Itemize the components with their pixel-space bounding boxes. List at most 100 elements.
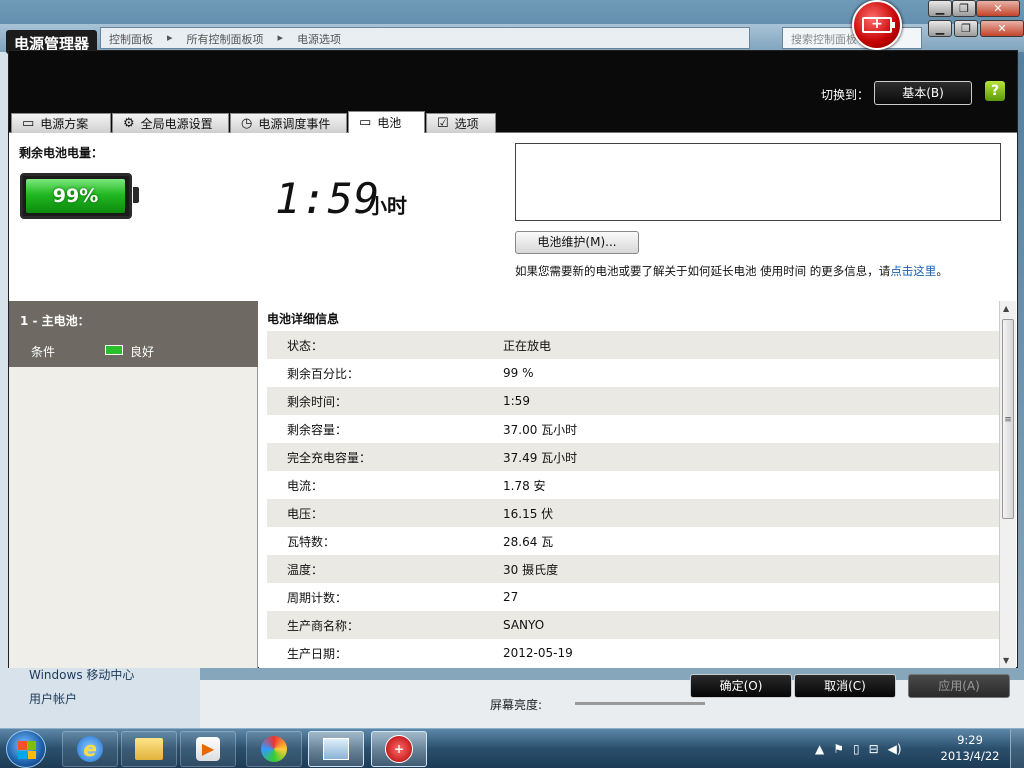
minimize-button[interactable]: ▁ [928,20,952,37]
tab-power-plan[interactable]: ▭ 电源方案 [11,113,111,133]
detail-key: 剩余容量： [287,422,348,437]
tab-global-settings[interactable]: ⚙ 全局电源设置 [112,113,229,133]
basic-mode-button[interactable]: 基本(B) [874,81,972,105]
scroll-up-icon[interactable]: ▲ [1003,304,1009,313]
show-hidden-icons-icon[interactable]: ▲ [815,742,824,756]
details-scrollbar[interactable]: ▲ ≡ ▼ [999,301,1016,668]
detail-key: 电流： [287,478,324,493]
detail-row: 完全充电容量： 37.49 瓦小时 [267,443,999,471]
taskbar-explorer[interactable] [121,731,177,767]
details-heading: 电池详细信息 [267,312,340,326]
battery-manager-icon: + [385,735,413,763]
show-desktop-button[interactable] [1010,729,1024,768]
taskbar-ie[interactable]: e [62,731,118,767]
remaining-charge-label: 剩余电池电量： [19,146,104,160]
cancel-button[interactable]: 取消(C) [794,674,896,698]
detail-row: 温度： 30 摄氏度 [267,555,999,583]
battery-status-icon [105,345,123,355]
detail-key: 生产日期： [287,646,348,661]
battery-details-pane: 电池详细信息 状态： 正在放电剩余百分比： 99 % 剩余时间： 1:59 剩余容量： 37… [259,301,999,668]
detail-value: 2012-05-19 [503,646,573,660]
detail-row: 电流： 1.78 安 [267,471,999,499]
battery-extend-text: 如果您需要新的电池或要了解关于如何延长电池 使用时间 的更多信息，请点击这里。 [515,264,948,278]
control-panel-icon [323,738,349,760]
detail-key: 温度： [287,562,324,577]
detail-row: 周期计数： 27 [267,583,999,611]
battery-percent-display: 99% [26,179,125,213]
close-button[interactable]: ✕ [980,20,1024,37]
minimize-button[interactable]: ▁ [928,0,952,17]
detail-row: 生产商名称： SANYO [267,611,999,639]
detail-row: 剩余时间： 1:59 [267,387,999,415]
click-here-link[interactable]: 点击这里 [890,264,936,278]
power-manager-dialog: 电源管理器 + ▁ ❐ ✕ 切换到： 基本(B) ? ▭ 电源方案 ⚙ 全局电源… [0,0,1024,728]
ie-icon: e [77,736,103,762]
taskbar: e ▶ + ▲ ⚑ ▯ ⊟ ◀) 9:29 2013/4/22 [0,728,1024,768]
checkbox-icon: ☑ [437,116,449,131]
close-button[interactable]: ✕ [976,0,1020,17]
detail-key: 剩余百分比： [287,366,360,381]
large-battery-icon: 99% [20,173,132,219]
apply-button[interactable]: 应用(A) [908,674,1010,698]
detail-key: 瓦特数： [287,534,336,549]
taskbar-media-player[interactable]: ▶ [180,731,236,767]
condition-label: 条件 [31,345,56,359]
media-player-icon: ▶ [196,737,220,761]
detail-value: 30 摄氏度 [503,562,559,577]
clock[interactable]: 9:29 2013/4/22 [940,732,1000,764]
clock-date: 2013/4/22 [940,749,1000,763]
remaining-time-display: 1:59 [275,174,381,223]
taskbar-battery-manager[interactable]: + [371,731,427,767]
plan-icon: ▭ [22,116,35,131]
tab-schedule-events[interactable]: ◷ 电源调度事件 [230,113,347,133]
battery-maintenance-button[interactable]: 电池维护(M)... [515,231,639,254]
detail-key: 状态： [287,338,324,353]
detail-value: 1.78 安 [503,478,546,493]
detail-value: 1:59 [503,394,530,408]
action-center-icon[interactable]: ⚑ [833,742,844,756]
taskbar-paint[interactable] [246,731,302,767]
tab-battery[interactable]: ▭ 电池 [348,111,425,133]
battery-info-box [515,143,1001,221]
detail-value: 37.49 瓦小时 [503,450,578,465]
detail-row: 状态： 正在放电 [267,331,999,359]
dialog-topbar: 切换到： 基本(B) ? [9,51,1017,109]
system-tray: ▲ ⚑ ▯ ⊟ ◀) [815,742,902,756]
start-button[interactable] [6,730,46,768]
switch-label: 切换到： [821,88,870,102]
detail-value: 16.15 伏 [503,506,554,521]
details-table: 状态： 正在放电剩余百分比： 99 % 剩余时间： 1:59 剩余容量： 37.00 瓦小时… [267,331,999,667]
taskbar-control-panel[interactable] [308,731,364,767]
battery-list-item[interactable]: 1 - 主电池： 条件 良好 [9,301,258,367]
volume-icon[interactable]: ◀) [888,742,902,756]
remaining-time-unit: 小时 [367,194,407,218]
restore-button[interactable]: ❐ [954,20,978,37]
detail-row: 电压： 16.15 伏 [267,499,999,527]
detail-key: 完全充电容量： [287,450,372,465]
detail-value: 99 % [503,366,534,380]
detail-value: 37.00 瓦小时 [503,422,578,437]
schedule-icon: ◷ [241,116,253,131]
detail-key: 生产商名称： [287,618,360,633]
tab-bar: ▭ 电源方案 ⚙ 全局电源设置 ◷ 电源调度事件 ▭ 电池 ☑ 选项 [9,109,1017,133]
scroll-down-icon[interactable]: ▼ [1003,656,1009,665]
detail-row: 剩余容量： 37.00 瓦小时 [267,415,999,443]
help-icon[interactable]: ? [985,81,1005,101]
gear-icon: ⚙ [123,116,135,131]
battery-manager-logo-icon: + [852,0,902,50]
clock-time: 9:29 [957,733,983,747]
scroll-thumb[interactable]: ≡ [1002,319,1014,519]
ok-button[interactable]: 确定(O) [690,674,792,698]
tab-options[interactable]: ☑ 选项 [426,113,496,133]
dialog-body: 切换到： 基本(B) ? ▭ 电源方案 ⚙ 全局电源设置 ◷ 电源调度事件 ▭ … [8,50,1018,668]
detail-value: 正在放电 [503,338,552,353]
explorer-icon [135,738,163,760]
detail-value: 28.64 瓦 [503,534,554,549]
detail-row: 生产日期： 2012-05-19 [267,639,999,667]
maximize-button[interactable]: ❐ [952,0,976,17]
power-icon[interactable]: ▯ [853,742,860,756]
battery-name: 1 - 主电池： [20,314,90,328]
detail-value: SANYO [503,618,545,632]
network-icon[interactable]: ⊟ [869,742,879,756]
bg-window-controls: ▁ ❐ ✕ [928,0,1020,17]
